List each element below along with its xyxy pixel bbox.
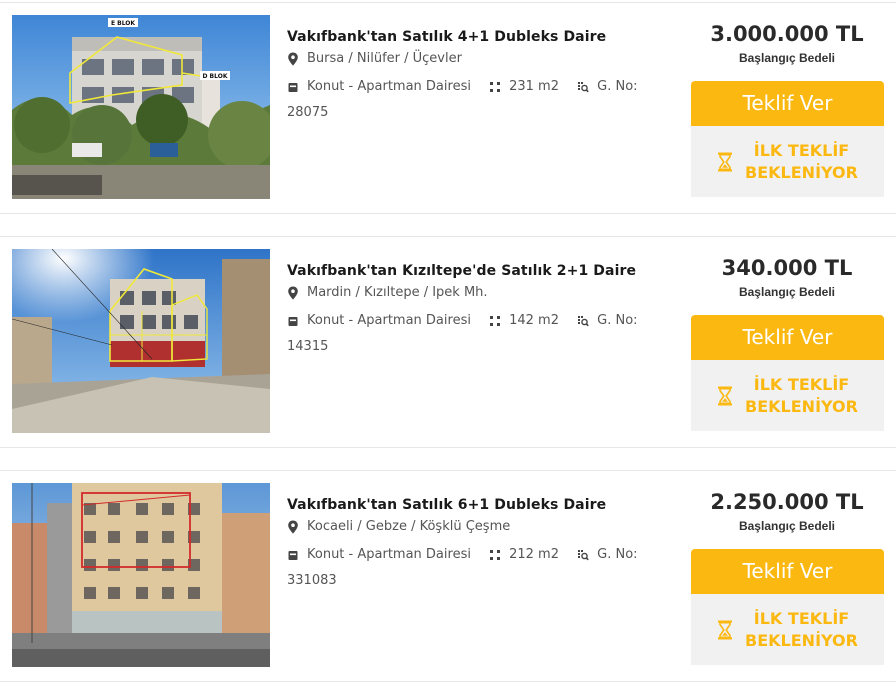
offer-status-text: İLK TEKLİF BEKLENİYOR [745, 608, 858, 652]
property-type: Konut - Apartman Dairesi [287, 543, 471, 566]
listing-number-value: 331083 [287, 572, 337, 588]
location-text: Mardin / Kızıltepe / Ipek Mh. [307, 285, 488, 300]
location-text: Bursa / Nilüfer / Üçevler [307, 51, 462, 66]
listing-number: G. No: [577, 543, 638, 566]
listing-number: G. No: [577, 75, 638, 98]
offer-status: İLK TEKLİF BEKLENİYOR [691, 126, 884, 197]
status-line-1: İLK TEKLİF [753, 140, 850, 160]
property-area: 231 m2 [489, 75, 559, 98]
location-text: Kocaeli / Gebze / Köşklü Çeşme [307, 519, 511, 534]
area-icon [489, 314, 501, 328]
listing-title[interactable]: Vakıfbank'tan Satılık 4+1 Dubleks Daire [287, 27, 667, 47]
listing-title[interactable]: Vakıfbank'tan Kızıltepe'de Satılık 2+1 D… [287, 261, 667, 281]
status-line-1: İLK TEKLİF [753, 374, 850, 394]
map-pin-icon [287, 286, 299, 300]
status-line-1: İLK TEKLİF [753, 608, 850, 628]
offer-button[interactable]: Teklif Ver [691, 315, 884, 360]
building-icon [287, 548, 299, 562]
listing-number-value: 28075 [287, 104, 329, 120]
building-icon [287, 314, 299, 328]
listing-number-label: G. No: [597, 79, 638, 94]
property-type-text: Konut - Apartman Dairesi [307, 547, 471, 562]
listing-location: Mardin / Kızıltepe / Ipek Mh. [287, 283, 667, 303]
price-label: Başlangıç Bedeli [738, 51, 836, 65]
offer-status: İLK TEKLİF BEKLENİYOR [691, 360, 884, 431]
property-type-text: Konut - Apartman Dairesi [307, 79, 471, 94]
map-pin-icon [287, 520, 299, 534]
status-line-2: BEKLENİYOR [745, 630, 858, 650]
price: 2.250.000 TL [710, 490, 864, 514]
listing-number-label: G. No: [597, 313, 638, 328]
map-pin-icon [287, 52, 299, 66]
listing-meta: Konut - Apartman Dairesi 231 m2 G. No: 2… [287, 75, 667, 124]
offer-status-text: İLK TEKLİF BEKLENİYOR [745, 140, 858, 184]
listing-location: Kocaeli / Gebze / Köşklü Çeşme [287, 517, 667, 537]
listing-photo[interactable] [12, 483, 270, 667]
property-photo [12, 483, 270, 667]
listing-number-icon [577, 80, 589, 94]
property-type-text: Konut - Apartman Dairesi [307, 313, 471, 328]
price: 3.000.000 TL [710, 22, 864, 46]
price-block: 3.000.000 TL Başlangıç Bedeli [690, 19, 884, 67]
price-label: Başlangıç Bedeli [738, 519, 836, 533]
status-line-2: BEKLENİYOR [745, 162, 858, 182]
listing-number-icon [577, 314, 589, 328]
listing-card[interactable]: Vakıfbank'tan Kızıltepe'de Satılık 2+1 D… [0, 236, 896, 448]
listing-photo[interactable]: E BLOK D BLOK [12, 15, 270, 199]
offer-button[interactable]: Teklif Ver [691, 81, 884, 126]
area-icon [489, 548, 501, 562]
listing-card[interactable]: Vakıfbank'tan Satılık 6+1 Dubleks Daire … [0, 470, 896, 682]
price-label: Başlangıç Bedeli [738, 285, 836, 299]
listing-number-label: G. No: [597, 547, 638, 562]
price-block: 2.250.000 TL Başlangıç Bedeli [690, 487, 884, 535]
hourglass-icon [717, 386, 733, 406]
property-area-text: 212 m2 [509, 547, 559, 562]
listing-photo[interactable] [12, 249, 270, 433]
hourglass-icon [717, 620, 733, 640]
property-area-text: 231 m2 [509, 79, 559, 94]
offer-button[interactable]: Teklif Ver [691, 549, 884, 594]
price-block: 340.000 TL Başlangıç Bedeli [690, 253, 884, 301]
listing-number-icon [577, 548, 589, 562]
building-icon [287, 80, 299, 94]
listing-title[interactable]: Vakıfbank'tan Satılık 6+1 Dubleks Daire [287, 495, 667, 515]
property-area: 212 m2 [489, 543, 559, 566]
property-type: Konut - Apartman Dairesi [287, 75, 471, 98]
offer-status-text: İLK TEKLİF BEKLENİYOR [745, 374, 858, 418]
listing-number-value: 14315 [287, 338, 329, 354]
photo-label-d-blok: D BLOK [202, 73, 227, 80]
listing-location: Bursa / Nilüfer / Üçevler [287, 49, 667, 69]
listing-meta: Konut - Apartman Dairesi 142 m2 G. No: 1… [287, 309, 667, 358]
listing-meta: Konut - Apartman Dairesi 212 m2 G. No: 3… [287, 543, 667, 592]
photo-label-e-blok: E BLOK [111, 20, 135, 27]
hourglass-icon [717, 152, 733, 172]
property-area-text: 142 m2 [509, 313, 559, 328]
offer-status: İLK TEKLİF BEKLENİYOR [691, 594, 884, 665]
area-icon [489, 80, 501, 94]
listing-number: G. No: [577, 309, 638, 332]
property-area: 142 m2 [489, 309, 559, 332]
property-photo [12, 249, 270, 433]
status-line-2: BEKLENİYOR [745, 396, 858, 416]
property-photo: E BLOK D BLOK [12, 15, 270, 199]
price: 340.000 TL [721, 256, 853, 280]
property-type: Konut - Apartman Dairesi [287, 309, 471, 332]
listing-card[interactable]: E BLOK D BLOK Vakıfbank'tan Satılık 4+1 … [0, 2, 896, 214]
